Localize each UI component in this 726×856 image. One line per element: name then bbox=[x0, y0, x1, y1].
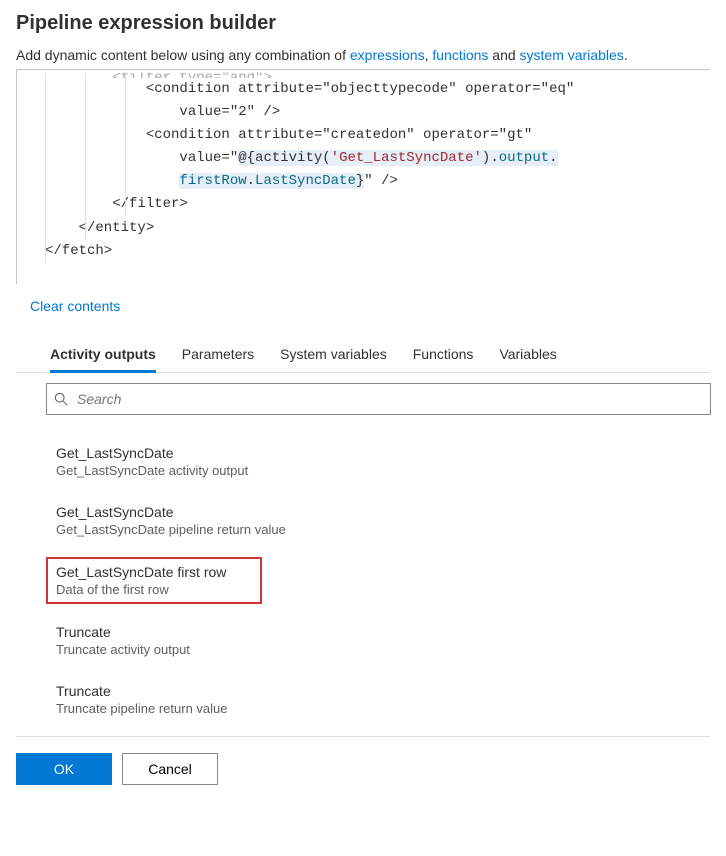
code-line: <condition attribute="createdon" operato… bbox=[45, 124, 710, 147]
result-item[interactable]: Get_LastSyncDate first row Data of the fi… bbox=[46, 557, 262, 604]
result-item[interactable]: Get_LastSyncDate Get_LastSyncDate activit… bbox=[46, 439, 686, 484]
result-item[interactable]: Get_LastSyncDate Get_LastSyncDate pipelin… bbox=[46, 498, 686, 543]
subtitle-text: Add dynamic content below using any comb… bbox=[16, 47, 350, 63]
result-title: Get_LastSyncDate bbox=[56, 445, 676, 461]
ok-button[interactable]: OK bbox=[16, 753, 112, 785]
tab-parameters[interactable]: Parameters bbox=[182, 338, 254, 372]
page-title: Pipeline expression builder bbox=[16, 12, 710, 35]
result-subtitle: Truncate pipeline return value bbox=[56, 701, 676, 716]
editor-gutter bbox=[17, 70, 43, 284]
subtitle: Add dynamic content below using any comb… bbox=[16, 47, 710, 63]
tabs: Activity outputs Parameters System varia… bbox=[16, 338, 710, 373]
result-subtitle: Truncate activity output bbox=[56, 642, 676, 657]
code-line: </fetch> bbox=[45, 240, 710, 263]
result-subtitle: Data of the first row bbox=[56, 582, 252, 597]
tab-activity-outputs[interactable]: Activity outputs bbox=[50, 338, 156, 372]
search-input[interactable] bbox=[46, 383, 711, 415]
result-title: Truncate bbox=[56, 683, 676, 699]
expression-editor[interactable]: <filter type="and"> <condition attribute… bbox=[16, 69, 710, 284]
results-list: Get_LastSyncDate Get_LastSyncDate activit… bbox=[46, 439, 710, 722]
tab-functions[interactable]: Functions bbox=[413, 338, 474, 372]
tab-system-variables[interactable]: System variables bbox=[280, 338, 387, 372]
code-line: firstRow.LastSyncDate}" /> bbox=[45, 170, 710, 193]
result-subtitle: Get_LastSyncDate activity output bbox=[56, 463, 676, 478]
code-line: value="@{activity('Get_LastSyncDate').ou… bbox=[45, 147, 710, 170]
result-title: Get_LastSyncDate bbox=[56, 504, 676, 520]
cancel-button[interactable]: Cancel bbox=[122, 753, 218, 785]
link-functions[interactable]: functions bbox=[432, 47, 488, 63]
code-line: </filter> bbox=[45, 193, 710, 216]
search-wrap bbox=[46, 383, 710, 415]
code-line: value="2" /> bbox=[45, 101, 710, 124]
result-subtitle: Get_LastSyncDate pipeline return value bbox=[56, 522, 676, 537]
link-expressions[interactable]: expressions bbox=[350, 47, 425, 63]
footer: OK Cancel bbox=[16, 736, 710, 785]
search-icon bbox=[54, 392, 68, 406]
link-system-variables[interactable]: system variables bbox=[520, 47, 624, 63]
code-line: <condition attribute="objecttypecode" op… bbox=[45, 78, 710, 101]
result-item[interactable]: Truncate Truncate pipeline return value bbox=[46, 677, 686, 722]
code-line: <filter type="and"> bbox=[45, 69, 710, 78]
code-line: </entity> bbox=[45, 217, 710, 240]
clear-contents-link[interactable]: Clear contents bbox=[30, 298, 120, 314]
result-item[interactable]: Truncate Truncate activity output bbox=[46, 618, 686, 663]
result-title: Truncate bbox=[56, 624, 676, 640]
result-title: Get_LastSyncDate first row bbox=[56, 564, 252, 580]
tab-variables[interactable]: Variables bbox=[499, 338, 556, 372]
